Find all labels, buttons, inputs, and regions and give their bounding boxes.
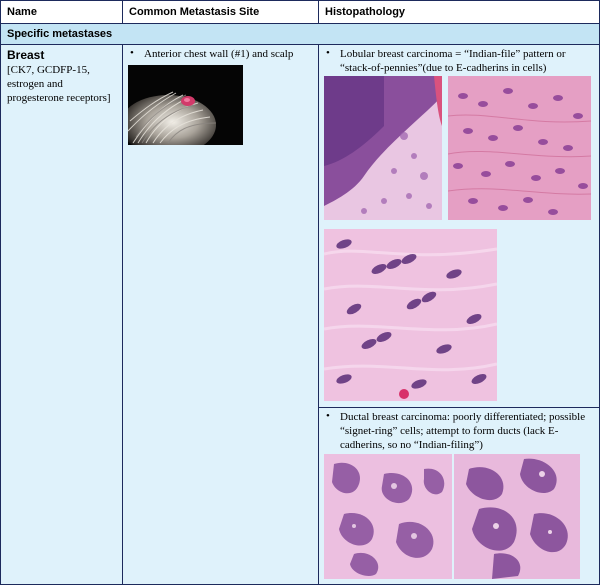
column-divider bbox=[122, 45, 123, 584]
site-bullet-text: Anterior chest wall (#1) and scalp bbox=[144, 48, 294, 60]
lobular-histology-indian-file bbox=[448, 76, 591, 220]
ductal-image-2-drawing bbox=[454, 454, 580, 579]
ductal-histology-image-1 bbox=[324, 454, 452, 579]
metastasis-table: Name Common Metastasis Site Histopatholo… bbox=[0, 0, 600, 585]
ductal-histology-image-2 bbox=[454, 454, 580, 579]
bullet-mark: • bbox=[326, 47, 330, 59]
table-header-row: Name Common Metastasis Site Histopatholo… bbox=[1, 1, 599, 24]
histopathology-divider bbox=[319, 407, 599, 408]
lobular-text: Lobular breast carcinoma = “Indian-file”… bbox=[340, 48, 566, 74]
lobular-single-file-drawing bbox=[324, 229, 497, 401]
column-divider bbox=[318, 45, 319, 584]
ductal-image-1-drawing bbox=[324, 454, 452, 579]
row-name-title: Breast bbox=[7, 48, 45, 62]
header-common-metastasis-site: Common Metastasis Site bbox=[129, 6, 260, 18]
bullet-mark: • bbox=[326, 410, 330, 422]
row-markers: [CK7, GCDFP-15, estrogen and progesteron… bbox=[7, 64, 111, 104]
lobular-low-power-drawing bbox=[324, 76, 442, 220]
lobular-indian-file-drawing bbox=[448, 76, 591, 220]
header-histopathology: Histopathology bbox=[325, 6, 406, 18]
scalp-lesion-photo bbox=[128, 65, 243, 145]
lobular-histology-single-file bbox=[324, 229, 497, 401]
header-name: Name bbox=[7, 6, 37, 18]
ductal-text: Ductal breast carcinoma: poorly differen… bbox=[340, 411, 586, 451]
section-row: Specific metastases bbox=[1, 24, 599, 45]
lobular-histology-low-power bbox=[324, 76, 442, 220]
column-divider bbox=[122, 1, 123, 23]
section-title: Specific metastases bbox=[7, 28, 113, 40]
column-divider bbox=[318, 1, 319, 23]
scalp-photo-drawing bbox=[128, 65, 243, 145]
bullet-mark: • bbox=[130, 47, 134, 59]
